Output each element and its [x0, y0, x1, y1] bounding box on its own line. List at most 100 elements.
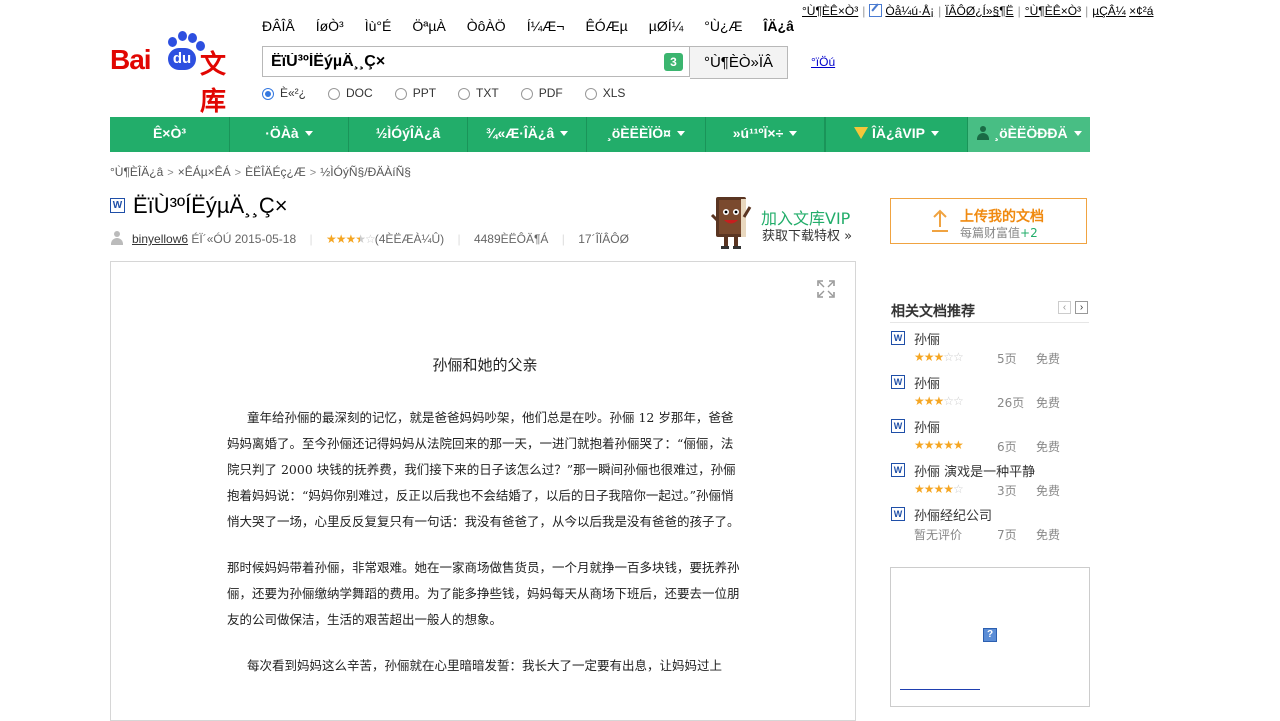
top-link-baidu[interactable]: °Ù¶ÈÊ×Ò³: [1025, 4, 1081, 18]
upload-arrow-icon: [932, 209, 948, 232]
price-label: 免费: [1036, 352, 1061, 366]
radio-icon[interactable]: [520, 88, 533, 100]
baidu-wenku-logo[interactable]: Bai du 文库: [110, 30, 250, 117]
rating-count: (4ÈËÆÀ¼Û): [374, 232, 445, 246]
rating-stars: ★★★★☆: [325, 232, 376, 246]
vip-benefit-link[interactable]: 获取下载特权 »: [762, 225, 852, 244]
filter-radio-ppt[interactable]: PPT: [394, 86, 437, 100]
word-doc-icon: W: [891, 463, 905, 477]
vip-icon: [854, 127, 869, 139]
ad-link-underline[interactable]: [900, 689, 980, 690]
filter-label: PPT: [412, 86, 437, 100]
breadcrumb-item[interactable]: ½ÌÓýÑ§/ÐÄÀíÑ§: [320, 165, 411, 179]
format-filters: È«²¿ DOC PPT TXT PDF XLS: [262, 86, 647, 100]
price-label: 免费: [1036, 484, 1061, 498]
chevron-down-icon: [1073, 131, 1082, 136]
document-viewer[interactable]: 孙俪和她的父亲 童年给孙俪的最深刻的记忆，就是爸爸妈妈吵架，他们总是在吵。孙俪 …: [110, 261, 856, 721]
no-rating-label: 暂无评价: [914, 528, 963, 542]
chevron-down-icon: [560, 131, 569, 136]
search-tab-7[interactable]: µØÍ¼: [649, 18, 684, 34]
breadcrumb-item[interactable]: ×ÊÁµ×ÊÁ: [178, 165, 231, 179]
nav-item-6[interactable]: ÎÄ¿âVIP: [825, 117, 968, 152]
search-input[interactable]: [263, 47, 659, 76]
filter-radio-pdf[interactable]: PDF: [520, 86, 563, 100]
filter-radio-doc[interactable]: DOC: [328, 86, 373, 100]
page-count: 5页: [997, 352, 1017, 366]
nav-item-7[interactable]: ¸öÈËÖÐÐÄ: [968, 117, 1090, 152]
related-doc-title[interactable]: 孙俪: [914, 329, 940, 348]
search-button[interactable]: °Ù¶ÈÒ»ÏÂ: [690, 46, 788, 79]
nav-item-2[interactable]: ½ÌÓýÎÄ¿â: [349, 117, 468, 152]
related-doc-title[interactable]: 孙俪: [914, 373, 940, 392]
word-doc-icon: W: [110, 198, 125, 213]
related-doc-title[interactable]: 孙俪: [914, 417, 940, 436]
search-tab-4[interactable]: ÒôÀÖ: [467, 18, 506, 34]
search-tab-2[interactable]: Ìù°É: [365, 18, 392, 34]
register-link[interactable]: ×¢²á: [1129, 4, 1153, 18]
related-doc-title[interactable]: 孙俪经纪公司: [914, 505, 992, 524]
related-doc-title[interactable]: 孙俪 演戏是一种平静: [914, 461, 1035, 480]
filter-radio-xls[interactable]: XLS: [584, 86, 626, 100]
search-tab-0[interactable]: ÐÂÎÅ: [262, 18, 295, 34]
search-tab-8[interactable]: °Ù¿Æ: [704, 18, 742, 34]
search-tab-1[interactable]: ÍøÒ³: [316, 18, 344, 34]
nav-item-label: ½ÌÓýÎÄ¿â: [375, 125, 441, 141]
chevron-down-icon: [930, 131, 939, 136]
top-link-client[interactable]: ÏÂÔØ¿Í»§¶Ë: [945, 4, 1013, 18]
document-page: 孙俪和她的父亲 童年给孙俪的最深刻的记忆，就是爸爸妈妈吵架，他们总是在吵。孙俪 …: [227, 354, 743, 699]
filter-radio-[interactable]: È«²¿: [262, 86, 306, 100]
radio-icon[interactable]: [262, 88, 274, 100]
radio-icon[interactable]: [584, 88, 597, 100]
related-docs-heading: 相关文档推荐: [891, 304, 975, 320]
divider: [890, 322, 1089, 323]
related-next-button[interactable]: ›: [1075, 301, 1088, 314]
document-paragraph: 那时候妈妈带着孙俪，非常艰难。她在一家商场做售货员，一个月就挣一百多块钱，要抚养…: [227, 560, 740, 627]
top-link-feedback[interactable]: Òå¼ú·Å¡: [885, 4, 934, 18]
radio-icon[interactable]: [458, 88, 471, 100]
upload-doc-button[interactable]: 上传我的文档 每篇财富值+2: [890, 198, 1087, 244]
price-label: 免费: [1036, 528, 1061, 542]
upload-reward: 每篇财富值+2: [960, 226, 1038, 240]
breadcrumb-item[interactable]: °Ù¶ÈÎÄ¿â: [110, 165, 163, 179]
nav-item-5[interactable]: »ú¹¹ºÏ×÷: [706, 117, 825, 152]
nav-item-3[interactable]: ¾«Æ·ÎÄ¿â: [468, 117, 587, 152]
nav-item-label: ÎÄ¿âVIP: [872, 125, 925, 141]
page-count: 3页: [997, 484, 1017, 498]
help-link[interactable]: °ïÖú: [811, 55, 835, 69]
radio-icon[interactable]: [328, 88, 341, 100]
price-label: 免费: [1036, 440, 1061, 454]
page-title: ËïÙ³ºÍËýµÄ¸¸Ç×: [133, 193, 288, 218]
main-nav-bar: Ê×Ò³ ·ÖÀà ½ÌÓýÎÄ¿â ¾«Æ·ÎÄ¿â ¸öÈËÈÏÖ¤ »ú¹¹ºÏ×÷…: [110, 117, 1090, 152]
user-icon: [110, 231, 124, 245]
search-tab-5[interactable]: Í¼Æ¬: [527, 18, 565, 34]
download-count: 17´ÎÏÂÔØ: [578, 232, 629, 246]
pen-icon: [869, 4, 883, 17]
nav-item-0[interactable]: Ê×Ò³: [110, 117, 230, 152]
chevron-right-icon: >: [167, 167, 174, 179]
document-paragraph: 童年给孙俪的最深刻的记忆，就是爸爸妈妈吵架，他们总是在吵。孙俪 12 岁那年，爸…: [227, 410, 740, 529]
filter-radio-txt[interactable]: TXT: [458, 86, 499, 100]
login-link[interactable]: µÇÂ¼: [1092, 4, 1126, 18]
author-link[interactable]: binyellow6: [132, 232, 188, 246]
top-link-home[interactable]: °Ù¶ÈÊ×Ò³: [802, 4, 858, 18]
top-links: °Ù¶ÈÊ×Ò³ | Òå¼ú·Å¡ | ÏÂÔØ¿Í»§¶Ë | °Ù¶ÈÊ×Ò³ | µÇÂ…: [802, 4, 1154, 18]
chevron-down-icon: [676, 131, 685, 136]
book-mascot-icon[interactable]: [710, 193, 758, 251]
search-tab-9[interactable]: ÎÄ¿â: [764, 18, 794, 34]
nav-item-1[interactable]: ·ÖÀà: [230, 117, 349, 152]
rating-stars: ★★★★★: [914, 438, 964, 452]
filter-label: È«²¿: [280, 86, 307, 100]
radio-icon[interactable]: [394, 88, 407, 100]
word-doc-icon: W: [891, 419, 905, 433]
filter-label: XLS: [602, 86, 626, 100]
nav-item-4[interactable]: ¸öÈËÈÏÖ¤: [587, 117, 706, 152]
ad-placeholder[interactable]: ?: [890, 567, 1090, 707]
nav-item-label: ·ÖÀà: [265, 125, 299, 141]
page-count: 26页: [997, 396, 1025, 410]
doc-meta: binyellow6 ÉÏ´«ÓÚ 2015-05-18 | ★★★★☆(4ÈË…: [110, 231, 629, 246]
related-prev-button[interactable]: ‹: [1058, 301, 1071, 314]
fullscreen-icon[interactable]: [817, 280, 835, 298]
breadcrumb-item[interactable]: ÈËÎÄÉç¿Æ: [245, 165, 306, 179]
search-tab-6[interactable]: ÊÓÆµ: [585, 18, 627, 34]
search-tab-3[interactable]: ÖªµÀ: [412, 18, 445, 34]
